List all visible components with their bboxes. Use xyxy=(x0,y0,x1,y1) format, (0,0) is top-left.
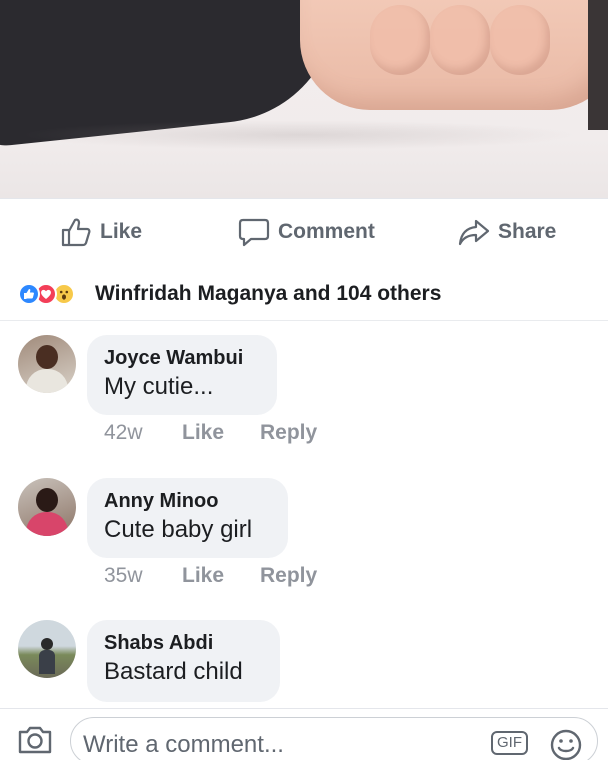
comment-reply-link[interactable]: Reply xyxy=(260,564,317,588)
photo-knuckle xyxy=(430,5,490,75)
reaction-icons xyxy=(18,283,98,305)
comment-author[interactable]: Shabs Abdi xyxy=(104,630,262,656)
photo-baby-hand xyxy=(300,0,608,110)
comment-meta: 42w Like Reply xyxy=(104,421,317,445)
comment-time[interactable]: 35w xyxy=(104,564,182,588)
comment-input-placeholder: Write a comment... xyxy=(83,731,284,758)
post-view: Like Comment Share Winfridah Maganya and… xyxy=(0,0,608,760)
gif-button[interactable]: GIF xyxy=(491,731,528,755)
comment-time[interactable]: 42w xyxy=(104,421,182,445)
speech-bubble-icon xyxy=(238,217,270,247)
comment-like-link[interactable]: Like xyxy=(182,564,260,588)
smiley-icon[interactable] xyxy=(549,728,583,760)
comment-like-link[interactable]: Like xyxy=(182,421,260,445)
comment-bubble[interactable]: Shabs Abdi Bastard child xyxy=(87,620,280,702)
comment-bubble[interactable]: Joyce Wambui My cutie... xyxy=(87,335,277,415)
avatar-head xyxy=(41,638,53,650)
reaction-summary-text[interactable]: Winfridah Maganya and 104 others xyxy=(95,282,441,306)
avatar-body xyxy=(26,512,68,536)
post-action-bar: Like Comment Share xyxy=(0,198,608,266)
avatar-head xyxy=(36,345,58,369)
avatar[interactable] xyxy=(18,335,76,393)
like-reaction-icon xyxy=(18,283,40,305)
comment-reply-link[interactable]: Reply xyxy=(260,421,317,445)
camera-icon[interactable] xyxy=(17,723,53,760)
photo-edge xyxy=(588,0,608,130)
avatar-head xyxy=(36,488,58,512)
like-button[interactable]: Like xyxy=(60,199,142,265)
photo-shadow xyxy=(20,120,580,150)
photo-knuckle xyxy=(490,5,550,75)
like-button-label: Like xyxy=(100,220,143,243)
thumbs-up-icon xyxy=(60,217,92,247)
share-button-label: Share xyxy=(498,220,557,243)
comment-bubble[interactable]: Anny Minoo Cute baby girl xyxy=(87,478,288,558)
comment-meta: 35w Like Reply xyxy=(104,564,317,588)
avatar-body xyxy=(39,650,55,674)
comment-text: Cute baby girl xyxy=(104,516,253,543)
avatar-body xyxy=(26,369,68,393)
comment-text: My cutie... xyxy=(104,373,214,400)
reactions-summary[interactable]: Winfridah Maganya and 104 others xyxy=(0,265,608,321)
share-arrow-icon xyxy=(458,217,490,247)
comment-author[interactable]: Anny Minoo xyxy=(104,488,270,514)
avatar[interactable] xyxy=(18,620,76,678)
comment-button-label: Comment xyxy=(278,220,375,243)
photo-knuckle xyxy=(370,5,430,75)
comment-author[interactable]: Joyce Wambui xyxy=(104,345,259,371)
share-button[interactable]: Share xyxy=(458,199,556,265)
comment-text: Bastard child xyxy=(104,658,243,685)
avatar[interactable] xyxy=(18,478,76,536)
comment-input[interactable]: Write a comment... GIF xyxy=(70,717,598,760)
comment-composer: Write a comment... GIF xyxy=(0,708,608,760)
post-photo[interactable] xyxy=(0,0,608,198)
